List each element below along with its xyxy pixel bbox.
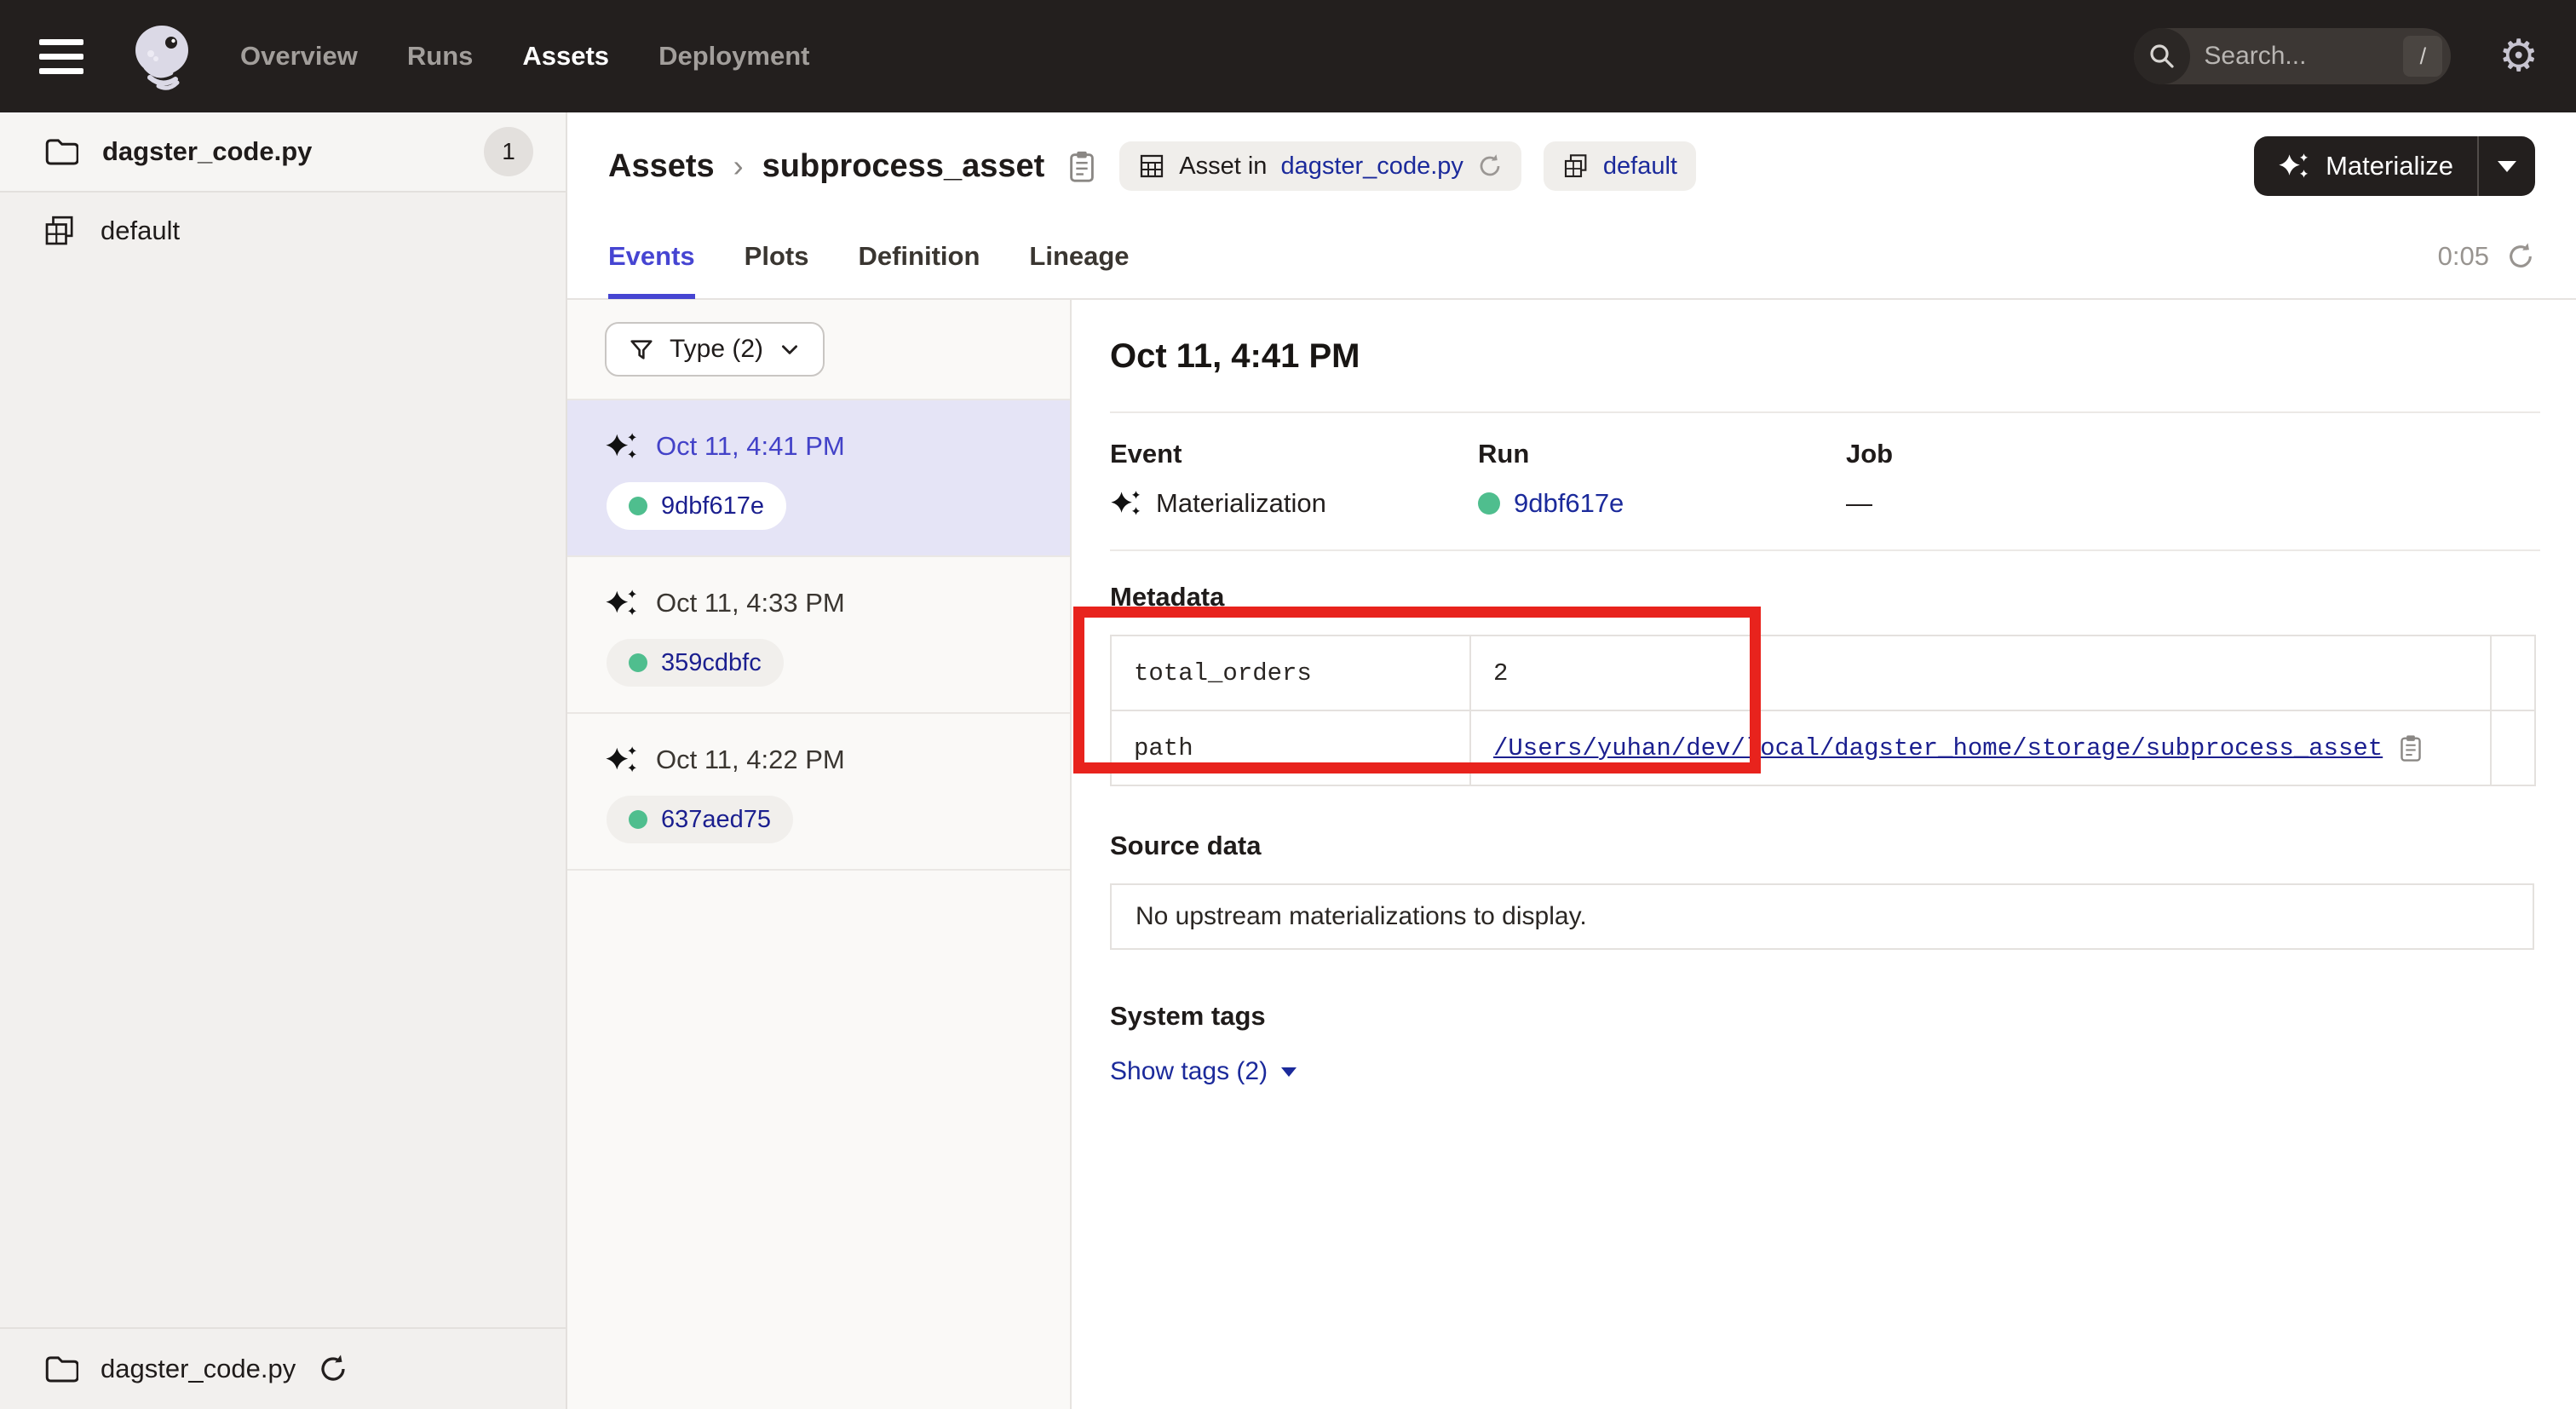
table-row: total_orders 2 [1111, 635, 2535, 710]
materialization-sparkle-icon [605, 431, 639, 462]
refresh-icon[interactable] [2506, 242, 2535, 271]
caret-down-icon [1281, 1067, 1297, 1077]
run-id: 359cdbfc [661, 649, 762, 677]
copy-path-icon[interactable] [2398, 733, 2424, 762]
event-detail-pane: Oct 11, 4:41 PM Event Materialization [1072, 300, 2576, 1409]
event-timestamp: Oct 11, 4:22 PM [656, 745, 845, 775]
reload-icon[interactable] [318, 1354, 348, 1384]
event-timestamp: Oct 11, 4:41 PM [656, 431, 845, 462]
run-id: 9dbf617e [661, 492, 764, 520]
tab-definition[interactable]: Definition [858, 214, 980, 299]
footer-repo-name: dagster_code.py [101, 1354, 296, 1384]
event-type-value: Materialization [1156, 488, 1326, 519]
chevron-down-icon [779, 338, 801, 360]
search-icon [2134, 28, 2190, 84]
event-list-item[interactable]: Oct 11, 4:22 PM 637aed75 [567, 714, 1070, 871]
chip-group-link[interactable]: default [1603, 152, 1677, 181]
materialization-sparkle-icon [605, 745, 639, 775]
sidebar-item-default-group[interactable]: default [0, 193, 566, 269]
run-status-dot [1478, 492, 1500, 515]
copy-asset-name-icon[interactable] [1067, 149, 1097, 183]
asset-header: Assets › subprocess_asset Asse [567, 112, 2576, 215]
tab-events[interactable]: Events [608, 214, 695, 299]
search-placeholder: Search... [2190, 42, 2403, 71]
materialize-dropdown-button[interactable] [2479, 136, 2535, 196]
type-filter-label: Type (2) [670, 335, 763, 364]
nav-item-runs[interactable]: Runs [407, 41, 474, 72]
nav-item-overview[interactable]: Overview [240, 41, 358, 72]
run-column-label: Run [1478, 439, 1846, 469]
asset-table-icon [1138, 152, 1165, 180]
storage-path-link[interactable]: /Users/yuhan/dev/local/dagster_home/stor… [1493, 734, 2383, 762]
chip-repo-link[interactable]: dagster_code.py [1280, 152, 1463, 181]
metadata-heading: Metadata [1110, 582, 2540, 612]
reload-icon[interactable] [1477, 153, 1503, 179]
repo-count-badge: 1 [484, 127, 533, 176]
run-id: 637aed75 [661, 806, 771, 834]
breadcrumb-separator-icon: › [732, 148, 745, 184]
nav-links: Overview Runs Assets Deployment [240, 41, 809, 72]
asset-group-icon [1562, 152, 1590, 180]
run-status-dot [629, 653, 647, 672]
sidebar: dagster_code.py 1 default dagster_code.p… [0, 112, 567, 1409]
chip-prefix: Asset in [1179, 152, 1267, 181]
event-list-item[interactable]: Oct 11, 4:33 PM 359cdbfc [567, 557, 1070, 714]
materialize-label: Materialize [2326, 151, 2453, 181]
tab-plots[interactable]: Plots [745, 214, 809, 299]
show-tags-toggle[interactable]: Show tags (2) [1110, 1057, 1297, 1086]
materialization-sparkle-icon [1110, 489, 1142, 518]
metadata-value: 2 [1470, 635, 2491, 710]
asset-in-repo-chip[interactable]: Asset in dagster_code.py [1119, 141, 1521, 191]
materialization-sparkle-icon [605, 588, 639, 618]
search-input[interactable]: Search... / [2134, 28, 2451, 84]
run-status-dot [629, 497, 647, 515]
metadata-key: path [1111, 710, 1470, 785]
group-label: default [101, 216, 180, 246]
source-data-empty-message: No upstream materializations to display. [1110, 883, 2534, 950]
run-id-pill[interactable]: 9dbf617e [607, 482, 786, 530]
event-list-item[interactable]: Oct 11, 4:41 PM 9dbf617e [567, 400, 1070, 557]
run-status-dot [629, 810, 647, 829]
timer-value: 0:05 [2438, 241, 2489, 272]
asset-tabs: Events Plots Definition Lineage 0:05 [567, 215, 2576, 300]
breadcrumb-assets[interactable]: Assets [608, 148, 715, 185]
breadcrumb: Assets › subprocess_asset [608, 148, 1044, 185]
gear-icon[interactable]: ⚙ [2498, 34, 2539, 78]
folder-icon [43, 1351, 78, 1387]
asset-group-chip[interactable]: default [1544, 141, 1696, 191]
filter-funnel-icon [629, 336, 654, 362]
source-data-heading: Source data [1110, 831, 2540, 861]
sparkle-icon [2278, 152, 2310, 181]
event-timestamp: Oct 11, 4:33 PM [656, 588, 845, 618]
job-column-label: Job [1846, 439, 2540, 469]
nav-item-deployment[interactable]: Deployment [658, 41, 809, 72]
job-value: — [1846, 488, 1872, 519]
hamburger-menu-icon[interactable] [37, 34, 85, 79]
system-tags-heading: System tags [1110, 1001, 2540, 1032]
materialize-button[interactable]: Materialize [2254, 136, 2535, 196]
tab-lineage[interactable]: Lineage [1029, 214, 1129, 299]
table-row: path /Users/yuhan/dev/local/dagster_home… [1111, 710, 2535, 785]
top-nav: Overview Runs Assets Deployment Search..… [0, 0, 2576, 112]
folder-icon [43, 134, 78, 170]
repo-name: dagster_code.py [102, 136, 312, 167]
dagster-logo-icon[interactable] [128, 20, 201, 93]
event-column-label: Event [1110, 439, 1478, 469]
sidebar-footer-repo[interactable]: dagster_code.py [0, 1327, 566, 1409]
metadata-table: total_orders 2 path /Users/yuhan/dev/loc… [1110, 635, 2536, 786]
run-id-pill[interactable]: 359cdbfc [607, 639, 784, 687]
caret-down-icon [2498, 161, 2516, 172]
asset-group-icon [43, 214, 77, 248]
events-list: Type (2) Oct 11, 4:41 PM [567, 300, 1072, 1409]
refresh-timer: 0:05 [2438, 241, 2535, 272]
run-id-link[interactable]: 9dbf617e [1514, 488, 1624, 519]
search-shortcut-key: / [2403, 36, 2442, 77]
metadata-key: total_orders [1111, 635, 1470, 710]
event-detail-title: Oct 11, 4:41 PM [1110, 337, 2540, 376]
nav-item-assets[interactable]: Assets [522, 41, 609, 72]
sidebar-item-repo[interactable]: dagster_code.py 1 [0, 112, 566, 193]
type-filter-button[interactable]: Type (2) [605, 322, 825, 377]
run-id-pill[interactable]: 637aed75 [607, 796, 793, 843]
breadcrumb-asset-name: subprocess_asset [762, 148, 1045, 185]
